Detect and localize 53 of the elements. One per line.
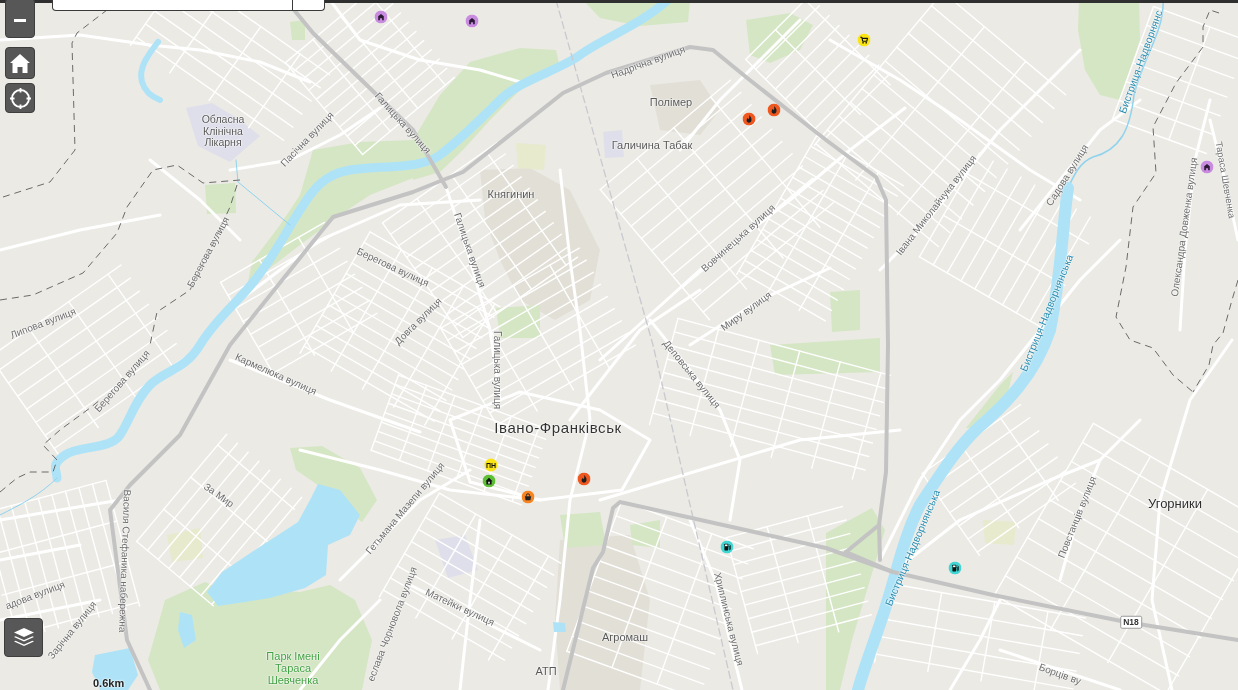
- minus-icon: [14, 18, 26, 22]
- bag-icon[interactable]: [521, 490, 535, 504]
- search-button[interactable]: [293, 0, 325, 11]
- park-area: [966, 372, 1013, 428]
- place-label: Агромаш: [601, 630, 649, 644]
- street-label: Тараса Шевченка: [1213, 140, 1237, 220]
- sports-field: [983, 520, 1016, 545]
- crosshair-icon: [9, 87, 31, 109]
- search-field[interactable]: [52, 0, 293, 11]
- lake: [178, 612, 196, 648]
- building-icon[interactable]: [465, 14, 479, 28]
- lake: [553, 622, 566, 632]
- lake: [92, 648, 138, 690]
- street-label: Борців ву: [1037, 661, 1083, 687]
- city-label: Івано-Франківськ: [494, 419, 622, 437]
- park-area: [630, 520, 660, 548]
- place-label: АТП: [535, 664, 557, 678]
- fuel-pump-icon[interactable]: [948, 561, 962, 575]
- sports-field: [516, 143, 546, 170]
- locate-button[interactable]: [5, 83, 35, 113]
- layers-button[interactable]: [4, 618, 43, 657]
- institution-area: [435, 535, 478, 578]
- street-label: Олександра Довженка вулиця: [1168, 156, 1200, 298]
- place-label: Полімер: [649, 95, 693, 109]
- flame-icon[interactable]: [767, 103, 781, 117]
- building-icon[interactable]: [1200, 160, 1214, 174]
- district-label: Угорники: [1148, 496, 1202, 512]
- house-icon[interactable]: [482, 474, 496, 488]
- park-area: [560, 512, 606, 548]
- building-icon[interactable]: [374, 10, 388, 24]
- route-shield: N18: [1120, 615, 1142, 629]
- park-area: [290, 20, 305, 40]
- home-button[interactable]: [5, 47, 35, 79]
- layers-icon: [13, 628, 34, 647]
- place-label: Галичина Табак: [611, 138, 693, 152]
- park-label: Парк Імені Тараса Шевченка: [265, 649, 321, 687]
- fuel-pump-icon[interactable]: [720, 540, 734, 554]
- zoom-out-button[interactable]: [5, 0, 35, 38]
- place-label: Обласна Клінічна Лікарня: [200, 113, 246, 149]
- street-label: Василя Стефаника набережна: [117, 489, 133, 633]
- street-label: За Мир: [202, 480, 236, 510]
- cart-icon[interactable]: [857, 33, 871, 47]
- sports-field: [167, 528, 203, 562]
- place-label: Княгинин: [487, 187, 535, 201]
- street-label: Галицька вулиця: [491, 330, 503, 410]
- street-label: Липова вулиця: [8, 305, 78, 341]
- street-label: адова вулиця: [3, 578, 67, 612]
- flame-icon[interactable]: [577, 472, 591, 486]
- scale-label: 0.6km: [93, 677, 125, 690]
- home-icon: [10, 53, 30, 73]
- built-up-area: [650, 80, 720, 135]
- park-area: [746, 13, 813, 63]
- flame-icon[interactable]: [742, 112, 756, 126]
